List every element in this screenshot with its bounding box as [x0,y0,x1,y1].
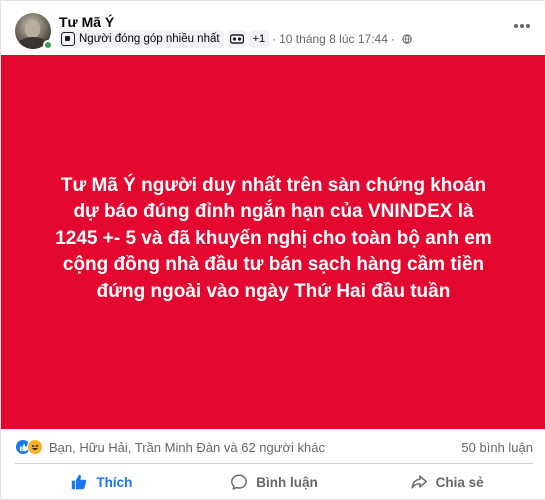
visual-storyteller-badge[interactable] [227,30,246,48]
comments-count[interactable]: 50 bình luận [461,440,533,455]
online-status-indicator [43,40,53,50]
engagement-stats: Bạn, Hữu Hải, Trần Minh Đàn và 62 người … [15,437,533,457]
comment-label: Bình luận [256,474,318,490]
badge-label: Người đóng góp nhiều nhất [79,33,220,45]
contributor-badge-icon [61,32,75,46]
share-icon [411,475,427,489]
post-meta: Người đóng góp nhiều nhất +1 · 10 tháng … [59,30,412,48]
like-label: Thích [96,474,133,490]
comment-icon [231,474,248,490]
meta-separator: · [272,32,277,46]
reactors-text[interactable]: Bạn, Hữu Hải, Trần Minh Đàn và 62 người … [49,440,325,455]
post-card: Tư Mã Ý Người đóng góp nhiều nhất +1 · 1… [0,0,545,500]
more-options-button[interactable] [509,13,535,39]
meta-separator-2: · [390,32,395,46]
post-timestamp[interactable]: 10 tháng 8 lúc 17:44 [279,32,388,46]
post-actions: Thích Bình luận Chia sẻ [15,467,533,497]
post-content-background: Tư Mã Ý người duy nhất trên sàn chứng kh… [1,55,545,429]
more-horizontal-icon [514,24,530,28]
actions-divider [15,463,533,464]
more-badges-count[interactable]: +1 [248,30,270,48]
public-globe-icon [402,34,412,44]
author-name[interactable]: Tư Mã Ý [59,14,114,30]
post-body-text: Tư Mã Ý người duy nhất trên sàn chứng kh… [55,174,492,302]
post-header: Tư Mã Ý Người đóng góp nhiều nhất +1 · 1… [15,11,535,51]
top-contributor-badge[interactable]: Người đóng góp nhiều nhất [59,30,224,48]
share-button[interactable]: Chia sẻ [360,467,533,497]
badge-glasses-icon [229,34,244,44]
thumbs-up-icon [72,474,87,490]
share-label: Chia sẻ [435,474,484,490]
comment-button[interactable]: Bình luận [188,467,361,497]
haha-reaction-icon[interactable] [27,439,43,455]
like-button[interactable]: Thích [15,467,188,497]
